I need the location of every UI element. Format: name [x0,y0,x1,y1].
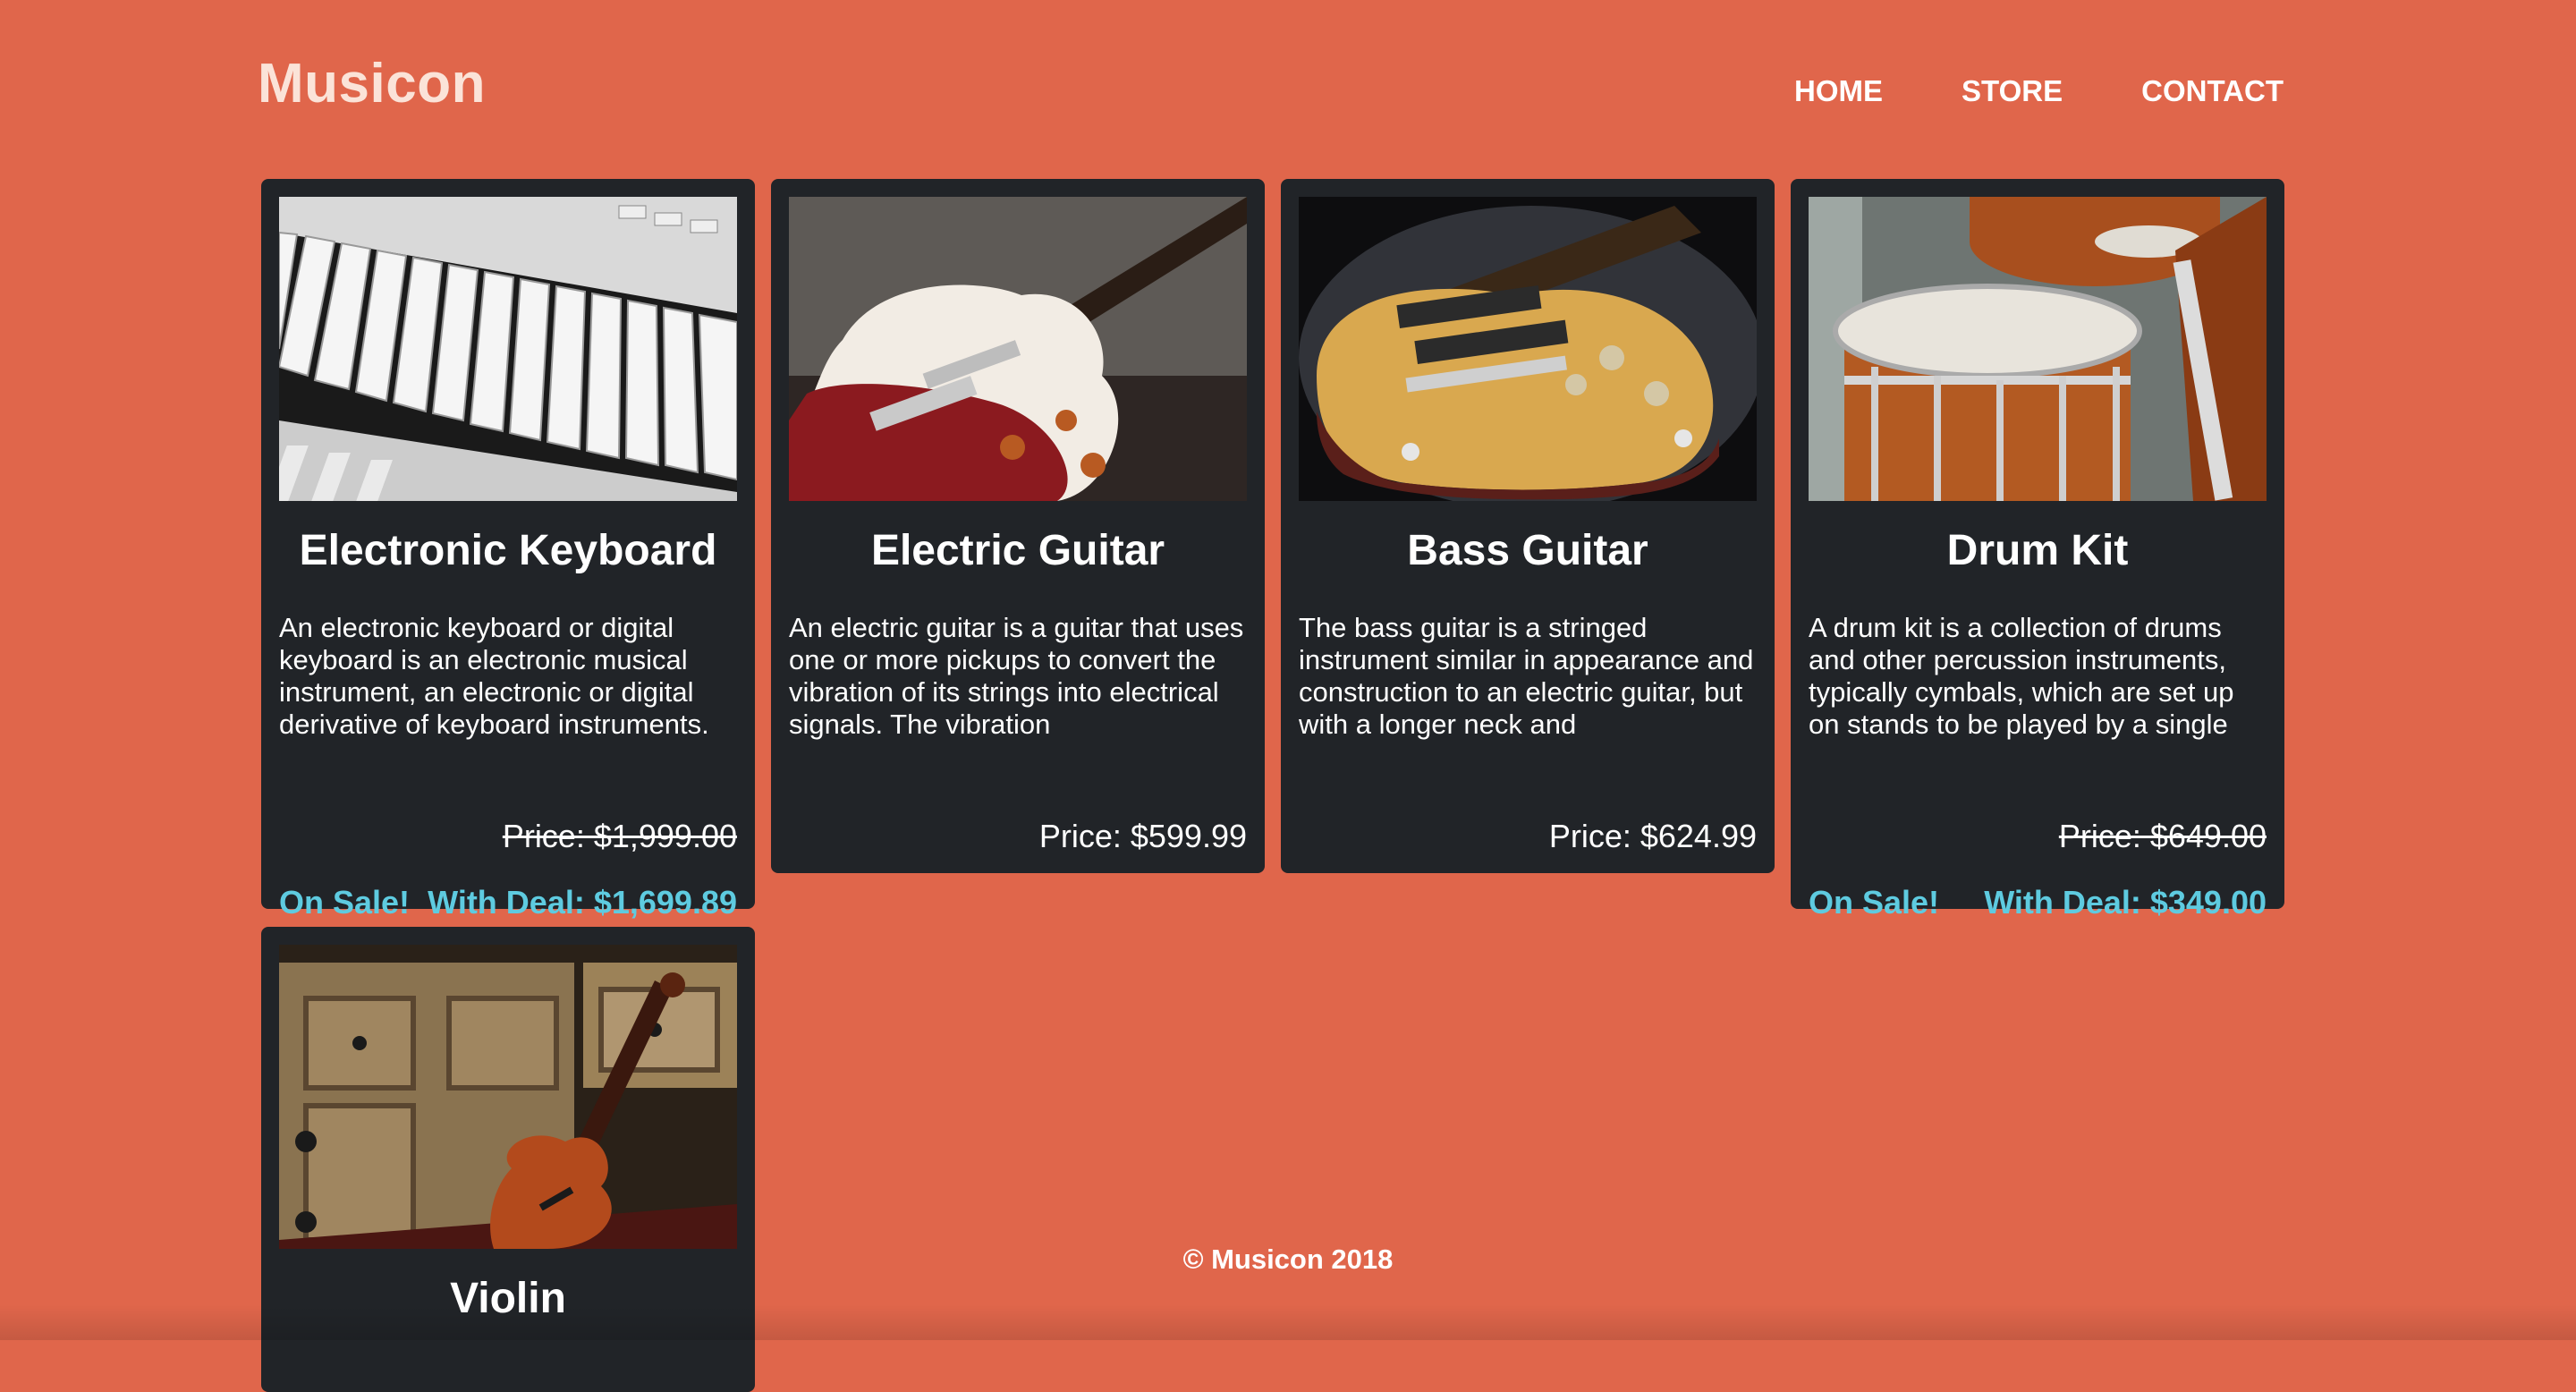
nav-home[interactable]: HOME [1794,74,1883,108]
product-card-drum-kit[interactable]: Drum Kit A drum kit is a collection of d… [1791,179,2284,921]
drum-kit-image [1809,197,2267,501]
deal-price: With Deal: $349.00 [1984,884,2267,921]
product-card-keyboard[interactable]: Electronic Keyboard An electronic keyboa… [261,179,755,921]
deal-price: With Deal: $1,699.89 [428,884,737,921]
sale-badge: On Sale! [279,884,411,921]
product-price: Price: $1,999.00 [502,818,737,854]
product-title: Electric Guitar [870,527,1165,574]
product-price: Price: $599.99 [1038,818,1247,854]
site-logo[interactable]: Musicon [258,52,486,115]
footer-copyright: © Musicon 2018 [1182,1243,1394,1275]
electric-guitar-image [789,197,1247,501]
product-title: Drum Kit [1946,527,2129,574]
keyboard-image [279,197,737,501]
nav-contact[interactable]: CONTACT [2141,74,2284,108]
main-nav: HOME STORE CONTACT [1716,74,2284,108]
violin-image [279,945,737,1249]
product-card-electric-guitar[interactable]: Electric Guitar An electric guitar is a … [771,179,1265,873]
product-card-bass-guitar[interactable]: Bass Guitar The bass guitar is a stringe… [1281,179,1775,873]
product-price: Price: $624.99 [1548,818,1757,854]
product-description: A drum kit is a collection of drums and … [1809,612,2234,740]
product-price: Price: $649.00 [2058,818,2267,854]
product-description: An electronic keyboard or digital keyboa… [279,612,709,740]
bass-guitar-image [1299,197,1757,501]
product-description: The bass guitar is a stringed instrument… [1299,612,1754,740]
product-title: Bass Guitar [1407,527,1648,574]
product-title: Violin [450,1275,566,1322]
product-card-violin[interactable]: Violin [261,927,755,1392]
product-title: Electronic Keyboard [299,527,717,574]
product-description: An electric guitar is a guitar that uses… [789,612,1244,740]
sale-badge: On Sale! [1809,884,1940,921]
nav-store[interactable]: STORE [1962,74,2063,108]
